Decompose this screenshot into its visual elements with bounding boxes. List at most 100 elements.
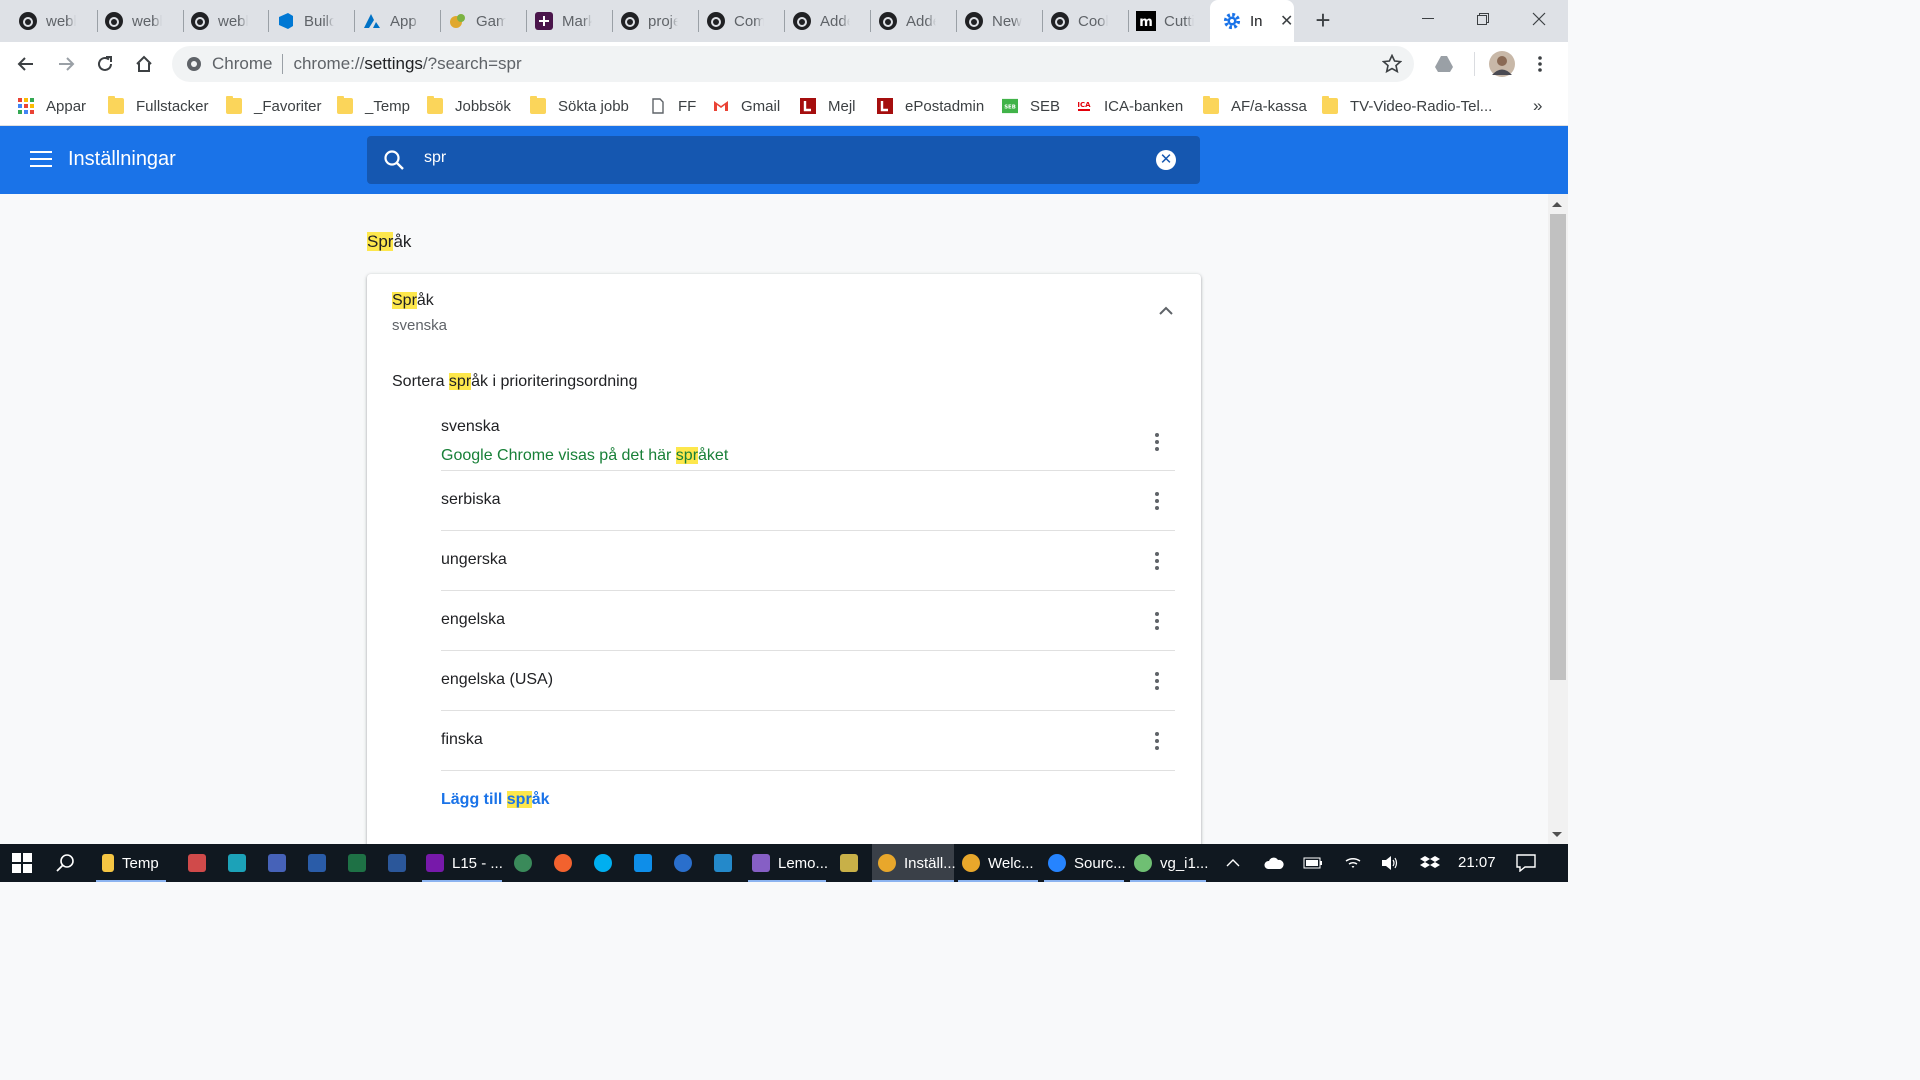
taskbar-app-skype[interactable]: [594, 844, 612, 882]
reload-button[interactable]: [91, 50, 119, 78]
chrome-icon: [962, 854, 980, 872]
bookmark-fullstacker[interactable]: Fullstacker: [108, 94, 209, 118]
taskbar-item-chrome-app[interactable]: vg_i1...: [1130, 844, 1208, 882]
profile-avatar[interactable]: [1488, 50, 1516, 78]
bookmark-star-icon[interactable]: [1381, 53, 1403, 79]
volume-icon[interactable]: [1381, 844, 1399, 882]
tab-6[interactable]: Game: [430, 0, 516, 42]
taskbar-app-excel[interactable]: [348, 844, 366, 882]
search-taskbar-button[interactable]: [56, 844, 76, 882]
powershell-icon: [308, 854, 326, 872]
bookmark-mejl[interactable]: Mejl: [800, 94, 856, 118]
more-actions-icon[interactable]: [1155, 552, 1159, 570]
language-card: Språk svenska Sortera språk i prioriteri…: [367, 274, 1201, 844]
wifi-icon[interactable]: [1344, 844, 1362, 882]
language-row-engelska-usa: engelska (USA): [441, 651, 1175, 711]
taskbar-app-word-2[interactable]: [268, 844, 286, 882]
taskbar-app-powershell[interactable]: [308, 844, 326, 882]
battery-icon[interactable]: [1303, 844, 1323, 882]
bookmark-favoriter[interactable]: _Favoriter: [226, 94, 322, 118]
language-setting-title[interactable]: Språk: [392, 292, 434, 310]
bookmark-epostadmin[interactable]: ePostadmin: [877, 94, 984, 118]
taskbar-item-onenote[interactable]: L15 - ...: [422, 844, 503, 882]
more-actions-icon[interactable]: [1155, 433, 1159, 451]
taskbar-app-1[interactable]: [188, 844, 206, 882]
taskbar-item-visual-studio[interactable]: Lemo...: [748, 844, 828, 882]
bookmark-gmail[interactable]: Gmail: [713, 94, 780, 118]
taskbar-app-6[interactable]: [840, 844, 858, 882]
app-icon: [840, 854, 858, 872]
bookmark-sokta-jobb[interactable]: Sökta jobb: [530, 94, 629, 118]
tab-4[interactable]: Builds: [258, 0, 344, 42]
tab-7[interactable]: Marks: [516, 0, 602, 42]
taskbar-app-teamviewer[interactable]: [634, 844, 652, 882]
tab-10[interactable]: Adde: [774, 0, 860, 42]
restore-button[interactable]: [1463, 6, 1503, 32]
tab-2[interactable]: webb: [86, 0, 172, 42]
language-row-finska: finska: [441, 711, 1175, 771]
bookmark-af-a-kassa[interactable]: AF/a-kassa: [1203, 94, 1307, 118]
drive-extension-icon[interactable]: [1430, 50, 1458, 78]
show-hidden-icons-chevron-up-icon[interactable]: [1226, 844, 1240, 882]
tab-settings[interactable]: In ✕: [1210, 0, 1294, 42]
tab-8[interactable]: proje: [602, 0, 688, 42]
menu-kebab-icon[interactable]: [1526, 50, 1554, 78]
taskbar-item-chrome-welcome[interactable]: Welc...: [958, 844, 1038, 882]
address-bar[interactable]: Chrome chrome://settings/?search=spr: [172, 46, 1414, 82]
taskbar-item-chrome-settings[interactable]: Inställ...: [872, 844, 956, 882]
start-button[interactable]: [12, 844, 32, 882]
more-bookmarks-button[interactable]: »: [1533, 94, 1542, 118]
chevron-up-icon[interactable]: [1159, 306, 1173, 316]
tab-5[interactable]: App S: [344, 0, 430, 42]
bookmark-temp[interactable]: _Temp: [337, 94, 410, 118]
settings-search-field[interactable]: spr ✕: [367, 136, 1200, 184]
hamburger-menu-icon[interactable]: [30, 151, 52, 169]
tab-label: In: [1250, 12, 1263, 30]
more-actions-icon[interactable]: [1155, 612, 1159, 630]
tab-12[interactable]: New: [946, 0, 1032, 42]
more-actions-icon[interactable]: [1155, 672, 1159, 690]
tab-1[interactable]: webb: [0, 0, 86, 42]
dropbox-icon[interactable]: [1420, 844, 1440, 882]
tab-14[interactable]: m Cuttir: [1118, 0, 1208, 42]
page-scrollbar[interactable]: [1548, 194, 1568, 844]
more-actions-icon[interactable]: [1155, 492, 1159, 510]
clear-search-icon[interactable]: ✕: [1156, 150, 1176, 170]
scroll-up-arrow-icon[interactable]: [1552, 202, 1562, 207]
onedrive-cloud-icon[interactable]: [1264, 844, 1284, 882]
close-window-button[interactable]: [1519, 6, 1559, 32]
bookmark-seb[interactable]: SEB SEB: [1002, 94, 1060, 118]
taskbar-app-word[interactable]: [388, 844, 406, 882]
taskbar-app-5[interactable]: [674, 844, 692, 882]
more-actions-icon[interactable]: [1155, 732, 1159, 750]
bookmark-appar[interactable]: Appar: [18, 94, 86, 118]
bookmark-tv-video-radio[interactable]: TV-Video-Radio-Tel...: [1322, 94, 1492, 118]
home-button[interactable]: [130, 50, 158, 78]
taskbar-item-temp[interactable]: Temp: [96, 844, 166, 882]
minimize-button[interactable]: [1408, 6, 1448, 32]
tab-9[interactable]: Comp: [688, 0, 774, 42]
notifications-icon[interactable]: [1516, 844, 1536, 882]
taskbar-app-3[interactable]: [514, 844, 532, 882]
bookmark-jobbsok[interactable]: Jobbsök: [427, 94, 511, 118]
taskbar-app-4[interactable]: [554, 844, 572, 882]
forward-button[interactable]: [52, 50, 80, 78]
scroll-down-arrow-icon[interactable]: [1552, 832, 1562, 837]
tab-11[interactable]: Adde: [860, 0, 946, 42]
chrome-icon: [878, 854, 896, 872]
taskbar-app-2[interactable]: [228, 844, 246, 882]
new-tab-button[interactable]: +: [1309, 7, 1337, 35]
scroll-thumb[interactable]: [1550, 214, 1566, 680]
taskbar-item-sourcetree[interactable]: Sourc...: [1044, 844, 1126, 882]
bookmark-ff[interactable]: FF: [650, 94, 696, 118]
file-explorer-icon: [102, 854, 114, 872]
search-input[interactable]: spr: [424, 149, 446, 167]
bookmark-ica-banken[interactable]: ICA ICA-banken: [1076, 94, 1183, 118]
taskbar-app-vscode[interactable]: [714, 844, 732, 882]
tab-3[interactable]: webb: [172, 0, 258, 42]
close-tab-icon[interactable]: ✕: [1280, 11, 1293, 31]
vscode-icon: [714, 854, 732, 872]
add-language-link[interactable]: Lägg till språk: [441, 791, 549, 809]
back-button[interactable]: [12, 50, 40, 78]
tab-13[interactable]: Cook: [1032, 0, 1118, 42]
